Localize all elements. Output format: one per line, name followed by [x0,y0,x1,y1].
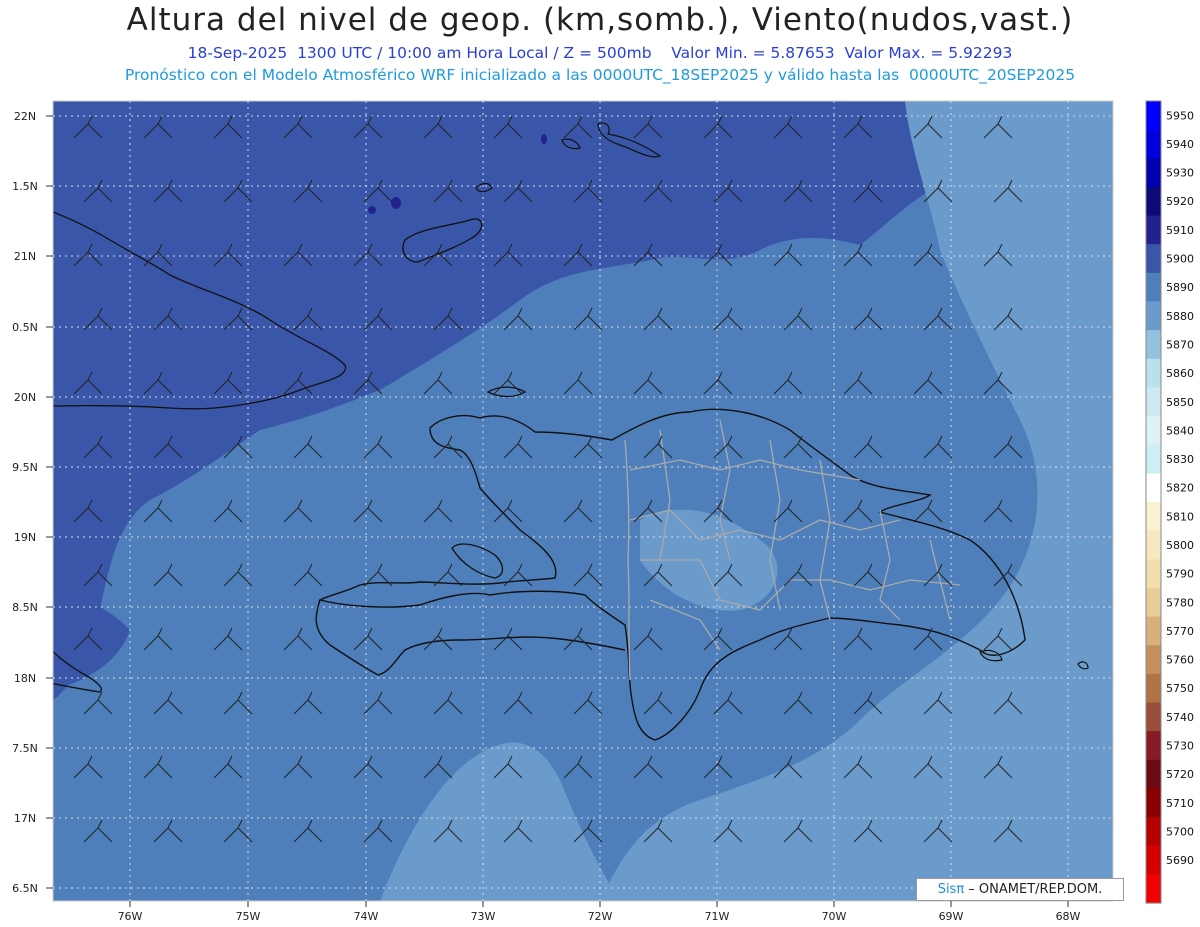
colorbar-swatch [1146,673,1161,704]
colorbar-label: 5760 [1166,654,1194,667]
colorbar-label: 5900 [1166,253,1194,266]
x-tick-label: 68W [1056,910,1081,923]
credit-text: – ONAMET/REP.DOM. [964,882,1103,897]
map-svg: 22N 1.5N 21N 0.5N 20N 9.5N 19N 8.5N 18N … [12,100,1194,923]
colorbar-label: 5910 [1166,224,1194,237]
colorbar-label: 5720 [1166,768,1194,781]
colorbar-label: 5940 [1166,138,1194,151]
colorbar-swatch [1146,616,1161,646]
colorbar-swatch [1146,387,1161,417]
colorbar-swatch [1146,587,1161,618]
y-tick-label: 6.5N [12,882,38,895]
colorbar-label: 5890 [1166,281,1194,294]
colorbar-label: 5830 [1166,453,1194,466]
y-tick-label: 20N [14,391,36,404]
field-dark-patch [368,206,376,214]
y-tick-label: 7.5N [12,742,38,755]
colorbar-label: 5810 [1166,510,1194,523]
colorbar-label: 5820 [1166,482,1194,495]
colorbar-label: 5850 [1166,396,1194,409]
x-tick-label: 70W [822,910,847,923]
colorbar-swatch [1146,129,1161,159]
colorbar-label: 5920 [1166,195,1194,208]
colorbar-swatch [1146,702,1161,732]
colorbar-label: 5790 [1166,568,1194,581]
x-tick-label: 71W [705,910,730,923]
colorbar-swatch [1146,101,1161,131]
colorbar-label: 5840 [1166,424,1194,437]
x-tick-label: 74W [354,910,379,923]
colorbar-label: 5800 [1166,539,1194,552]
colorbar-swatch [1146,301,1161,331]
colorbar-swatch [1146,186,1161,217]
credit-sis: Sisπ [937,882,965,897]
x-tick-label: 76W [118,910,143,923]
colorbar-swatch [1146,444,1161,474]
colorbar-swatch [1146,817,1161,847]
y-tick-label: 1.5N [12,180,38,193]
colorbar-swatch [1146,158,1161,188]
colorbar-swatch [1146,473,1161,503]
y-axis: 22N 1.5N 21N 0.5N 20N 9.5N 19N 8.5N 18N … [12,110,53,895]
y-tick-label: 18N [14,672,36,685]
colorbar-label: 5690 [1166,854,1194,867]
x-tick-label: 75W [236,910,261,923]
colorbar-label: 5950 [1166,109,1194,122]
colorbar-label: 5780 [1166,596,1194,609]
x-tick-label: 69W [939,910,964,923]
x-tick-label: 72W [588,910,613,923]
colorbar-swatch [1146,845,1161,875]
colorbar-swatch [1146,215,1161,245]
y-tick-label: 9.5N [12,461,38,474]
field-dark-patch [541,134,547,144]
field-dark-patch [391,197,401,209]
colorbar-label: 5880 [1166,310,1194,323]
colorbar-swatch [1146,530,1161,560]
x-axis: 76W 75W 74W 73W 72W 71W 70W 69W 68W [118,901,1081,923]
y-tick-label: 0.5N [12,321,38,334]
colorbar-swatch [1146,759,1161,789]
colorbar-swatch [1146,788,1161,818]
colorbar-label: 5930 [1166,167,1194,180]
colorbar-swatch [1146,330,1161,360]
y-tick-label: 21N [14,250,36,263]
y-tick-label: 17N [14,812,36,825]
colorbar-label: 5860 [1166,367,1194,380]
colorbar-label: 5710 [1166,797,1194,810]
colorbar-swatch [1146,874,1161,904]
y-tick-label: 19N [14,531,36,544]
colorbar-swatch [1146,559,1161,589]
colorbar-label: 5750 [1166,682,1194,695]
colorbar-swatch [1146,731,1161,761]
colorbar-swatch [1146,645,1161,675]
y-tick-label: 22N [14,110,36,123]
x-tick-label: 73W [471,910,496,923]
colorbar-swatch [1146,358,1161,388]
colorbar-label: 5870 [1166,339,1194,352]
credit-badge: Sisπ – ONAMET/REP.DOM. [916,878,1124,901]
colorbar-label: 5730 [1166,740,1194,753]
geopotential-field [53,101,1113,901]
y-tick-label: 8.5N [12,601,38,614]
colorbar-swatch [1146,272,1161,303]
colorbar-swatch [1146,244,1161,274]
colorbar-label: 5700 [1166,825,1194,838]
colorbar-label: 5770 [1166,625,1194,638]
colorbar-swatch [1146,416,1161,446]
colorbar: 5950 5940 5930 5920 5910 5900 5890 5880 5870 5860… [1145,100,1194,904]
colorbar-label: 5740 [1166,711,1194,724]
colorbar-swatch [1146,502,1161,532]
